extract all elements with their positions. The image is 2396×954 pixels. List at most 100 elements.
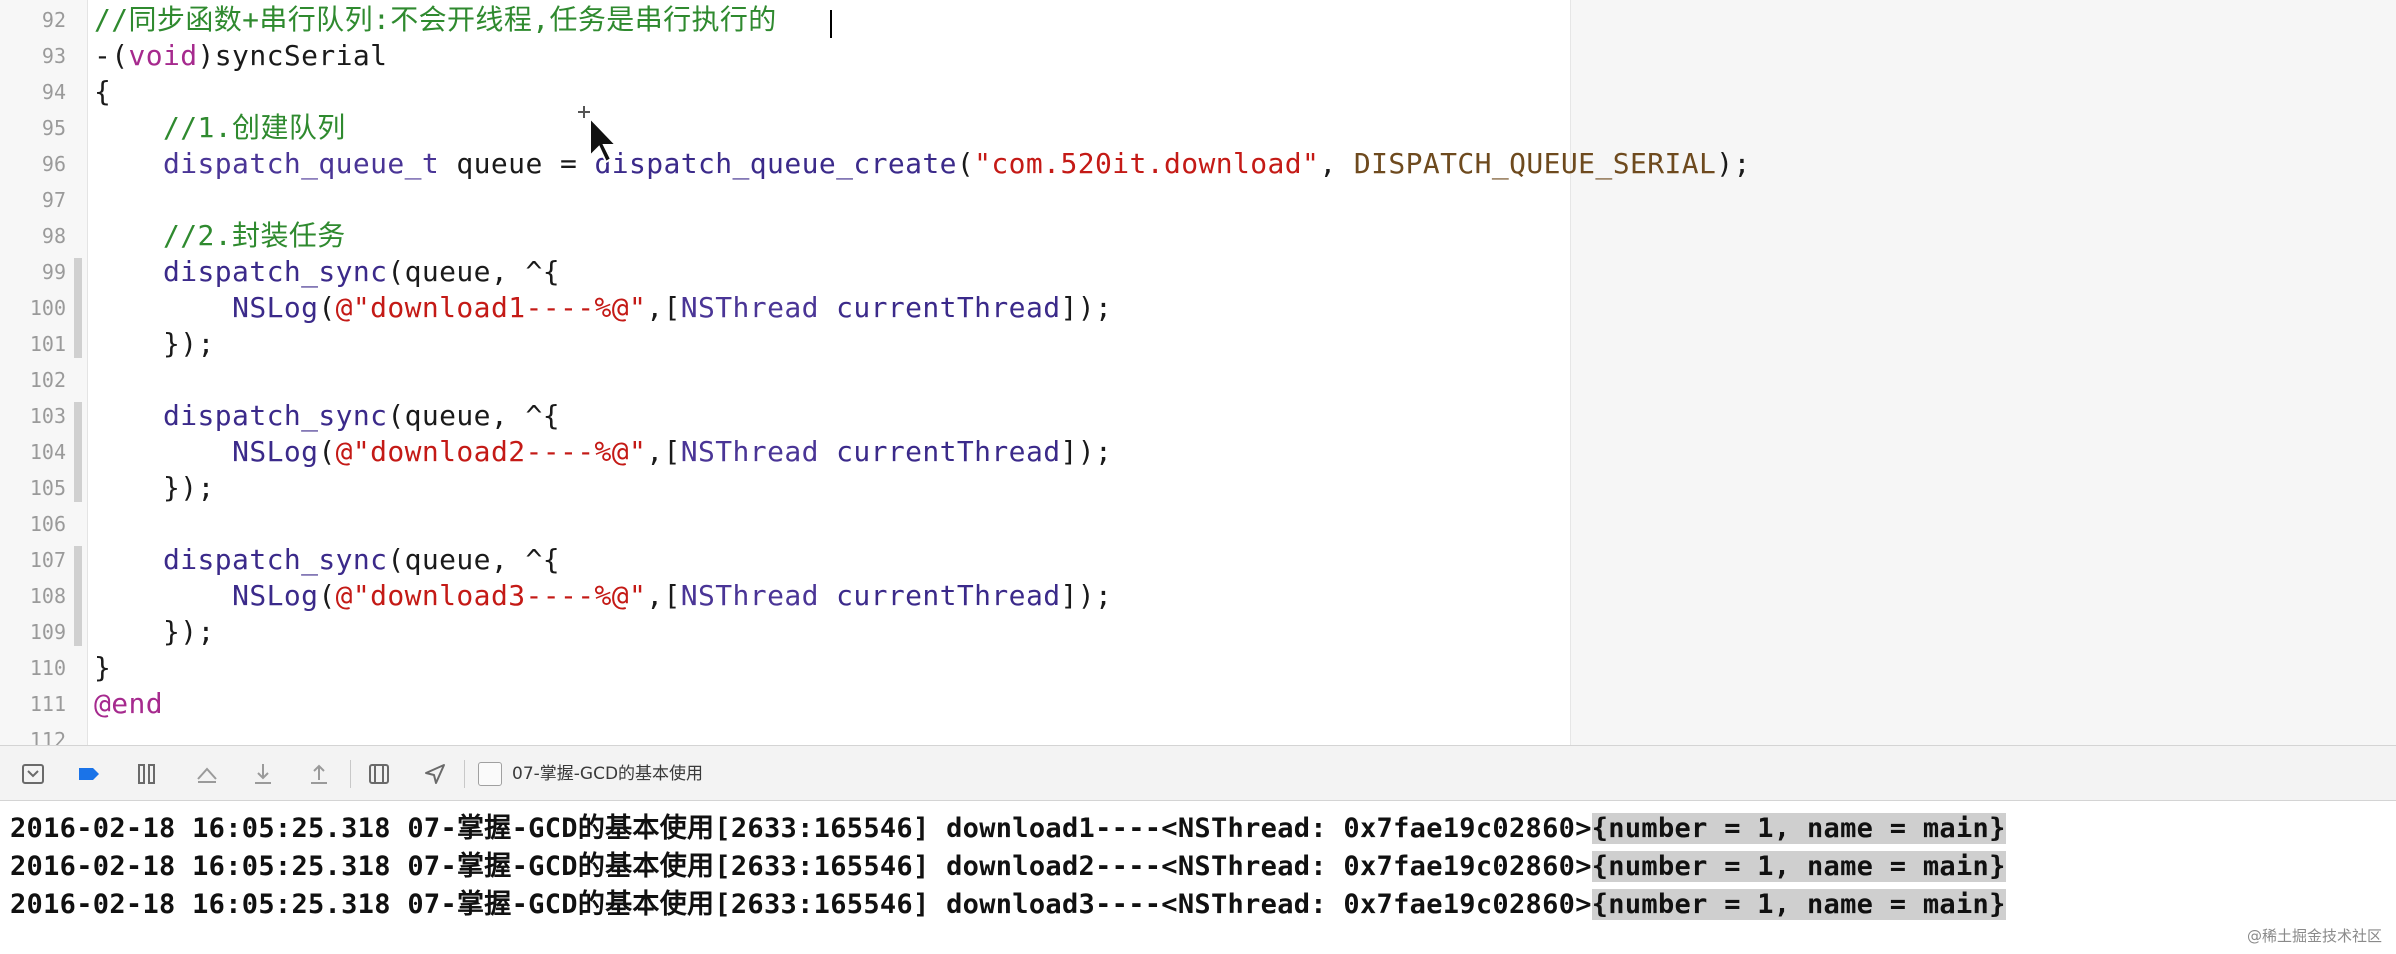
hide-debug-area-icon[interactable] <box>16 757 50 791</box>
code-line[interactable]: 108 NSLog(@"download3----%@",[NSThread c… <box>0 578 1570 614</box>
console-line-selected-text: {number = 1, name = main} <box>1591 889 2006 920</box>
code-text[interactable]: @end <box>94 686 163 722</box>
code-line[interactable]: 94 { <box>0 74 1570 110</box>
code-text[interactable]: }); <box>94 470 215 506</box>
toolbar-separator <box>350 760 351 788</box>
line-number: 103 <box>29 404 66 428</box>
debug-target-label[interactable]: 07-掌握-GCD的基本使用 <box>512 758 703 790</box>
code-token: (queue, ^{ <box>387 255 560 288</box>
code-token: (queue, ^{ <box>387 399 560 432</box>
line-number: 106 <box>29 512 66 536</box>
code-token: dispatch_sync <box>163 255 388 288</box>
line-number: 94 <box>41 80 66 104</box>
debug-console[interactable]: 2016-02-18 16:05:25.318 07-掌握-GCD的基本使用[2… <box>0 801 2396 954</box>
line-number: 100 <box>29 296 66 320</box>
code-line[interactable]: 101 }); <box>0 326 1570 362</box>
code-line[interactable]: 107 dispatch_sync(queue, ^{ <box>0 542 1570 578</box>
code-token: //2.封装任务 <box>94 219 346 252</box>
code-line[interactable]: 102 <box>0 362 1570 398</box>
code-line[interactable]: 93 -(void)syncSerial <box>0 38 1570 74</box>
code-line[interactable]: 105 }); <box>0 470 1570 506</box>
page-guide-column <box>1570 0 2396 745</box>
code-token: ]); <box>1060 291 1113 324</box>
code-text[interactable]: NSLog(@"download3----%@",[NSThread curre… <box>94 578 1112 614</box>
line-number: 102 <box>29 368 66 392</box>
code-editor[interactable]: 92 //同步函数+串行队列:不会开线程,任务是串行执行的 93 -(void)syn… <box>0 0 2396 745</box>
code-text[interactable]: NSLog(@"download1----%@",[NSThread curre… <box>94 290 1112 326</box>
code-token: dispatch_queue_create <box>594 147 957 180</box>
code-text[interactable]: //同步函数+串行队列:不会开线程,任务是串行执行的 <box>94 2 777 38</box>
step-into-icon[interactable] <box>246 757 280 791</box>
code-token: -( <box>94 39 129 72</box>
code-text[interactable]: dispatch_queue_t queue = dispatch_queue_… <box>94 146 1751 182</box>
code-token: //同步函数+串行队列:不会开线程,任务是串行执行的 <box>94 3 777 36</box>
line-number: 92 <box>41 8 66 32</box>
mouse-pointer-icon <box>578 106 616 164</box>
code-text[interactable]: dispatch_sync(queue, ^{ <box>94 542 560 578</box>
console-line-text: 2016-02-18 16:05:25.318 07-掌握-GCD的基本使用[2… <box>10 889 1592 920</box>
step-over-icon[interactable] <box>190 757 224 791</box>
code-token: }); <box>94 615 215 648</box>
code-token: }); <box>94 327 215 360</box>
code-line[interactable]: 98 //2.封装任务 <box>0 218 1570 254</box>
code-token: ,[ <box>646 291 681 324</box>
line-number: 111 <box>29 692 66 716</box>
debug-toolbar: 07-掌握-GCD的基本使用 <box>0 745 2396 801</box>
code-text[interactable]: { <box>94 74 111 110</box>
code-line[interactable]: 96 dispatch_queue_t queue = dispatch_que… <box>0 146 1750 182</box>
line-number: 105 <box>29 476 66 500</box>
code-text[interactable]: }); <box>94 614 215 650</box>
code-token: NSLog <box>232 291 319 324</box>
code-token: NSThread <box>680 579 819 612</box>
step-out-icon[interactable] <box>302 757 336 791</box>
code-token: @"download1----%@" <box>335 291 647 324</box>
line-number: 97 <box>41 188 66 212</box>
code-text[interactable]: dispatch_sync(queue, ^{ <box>94 254 560 290</box>
code-token: ]); <box>1060 579 1113 612</box>
code-text[interactable]: //1.创建队列 <box>94 110 346 146</box>
code-line[interactable]: 110} <box>0 650 1570 686</box>
code-token: "com.520it.download" <box>974 147 1320 180</box>
view-hierarchy-icon[interactable] <box>362 757 396 791</box>
line-number: 107 <box>29 548 66 572</box>
code-line[interactable]: 92 //同步函数+串行队列:不会开线程,任务是串行执行的 <box>0 2 1570 38</box>
code-line[interactable]: 104 NSLog(@"download2----%@",[NSThread c… <box>0 434 1570 470</box>
code-line[interactable]: 100 NSLog(@"download1----%@",[NSThread c… <box>0 290 1570 326</box>
console-line: 2016-02-18 16:05:25.318 07-掌握-GCD的基本使用[2… <box>10 811 2006 847</box>
code-line[interactable]: 97 <box>0 182 1570 218</box>
code-text[interactable]: NSLog(@"download2----%@",[NSThread curre… <box>94 434 1112 470</box>
code-token: dispatch_queue_t <box>163 147 440 180</box>
breakpoints-toggle-icon[interactable] <box>72 757 106 791</box>
location-icon[interactable] <box>418 757 452 791</box>
pause-icon[interactable] <box>130 757 164 791</box>
code-line[interactable]: 111 @end <box>0 686 1570 722</box>
console-line-selected-text: {number = 1, name = main} <box>1591 813 2006 844</box>
code-text[interactable]: } <box>94 650 111 686</box>
line-number: 93 <box>41 44 66 68</box>
code-line[interactable]: 109 }); <box>0 614 1570 650</box>
code-text[interactable]: dispatch_sync(queue, ^{ <box>94 398 560 434</box>
code-token: , <box>1319 147 1354 180</box>
code-text[interactable]: -(void)syncSerial <box>94 38 387 74</box>
code-token: //1.创建队列 <box>94 111 346 144</box>
line-number: 104 <box>29 440 66 464</box>
code-text[interactable]: //2.封装任务 <box>94 218 346 254</box>
code-token: { <box>94 75 112 108</box>
code-token: ]); <box>1060 435 1113 468</box>
code-line[interactable]: 99 dispatch_sync(queue, ^{ <box>0 254 1570 290</box>
code-line[interactable]: 106 <box>0 506 1570 542</box>
code-line[interactable]: 95 //1.创建队列 <box>0 110 1570 146</box>
change-indicator-bar <box>74 546 82 646</box>
code-text[interactable]: }); <box>94 326 215 362</box>
code-token: ( <box>956 147 975 180</box>
code-line[interactable]: 112 <box>0 722 1570 745</box>
line-number: 109 <box>29 620 66 644</box>
code-line[interactable]: 103 dispatch_sync(queue, ^{ <box>0 398 1570 434</box>
